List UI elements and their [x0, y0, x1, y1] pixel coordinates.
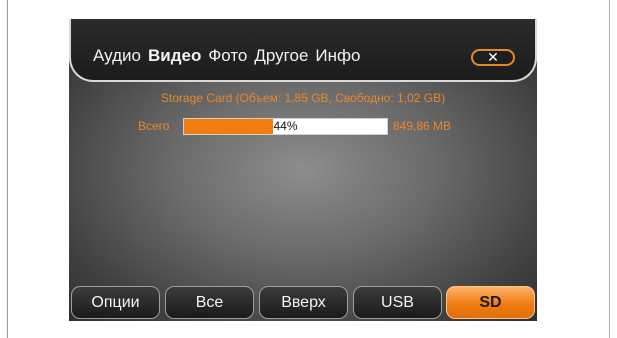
category-tab-bar: Аудио Видео Фото Другое Инфо ✕ [69, 19, 537, 82]
storage-usage-row: Всего 44% 849,86 MB [69, 118, 537, 136]
category-tabs: Аудио Видео Фото Другое Инфо [93, 45, 360, 67]
tab-info[interactable]: Инфо [315, 45, 360, 67]
bottom-button-bar: Опции Все Вверх USB SD [69, 286, 537, 321]
storage-info-text: Storage Card (Объем: 1,85 GB, Свободно: … [160, 91, 446, 105]
media-browser-screen: Аудио Видео Фото Другое Инфо ✕ Storage C… [69, 19, 537, 321]
usb-button[interactable]: USB [353, 286, 442, 319]
close-icon: ✕ [487, 49, 499, 65]
usage-total-label: Всего [138, 119, 170, 133]
usage-percent-text: 44% [273, 119, 298, 133]
tab-photo[interactable]: Фото [208, 45, 247, 67]
frame-border-right [609, 0, 610, 338]
sd-button[interactable]: SD [446, 286, 535, 319]
all-button[interactable]: Все [165, 286, 254, 319]
tab-other[interactable]: Другое [254, 45, 308, 67]
options-button[interactable]: Опции [71, 286, 160, 319]
frame-border-left [7, 0, 8, 338]
usage-size-text: 849,86 MB [393, 119, 452, 133]
tab-audio[interactable]: Аудио [93, 45, 141, 67]
close-button[interactable]: ✕ [471, 49, 515, 66]
tab-video[interactable]: Видео [148, 45, 201, 67]
usage-progress-bar: 44% [183, 118, 388, 135]
up-button[interactable]: Вверх [259, 286, 348, 319]
